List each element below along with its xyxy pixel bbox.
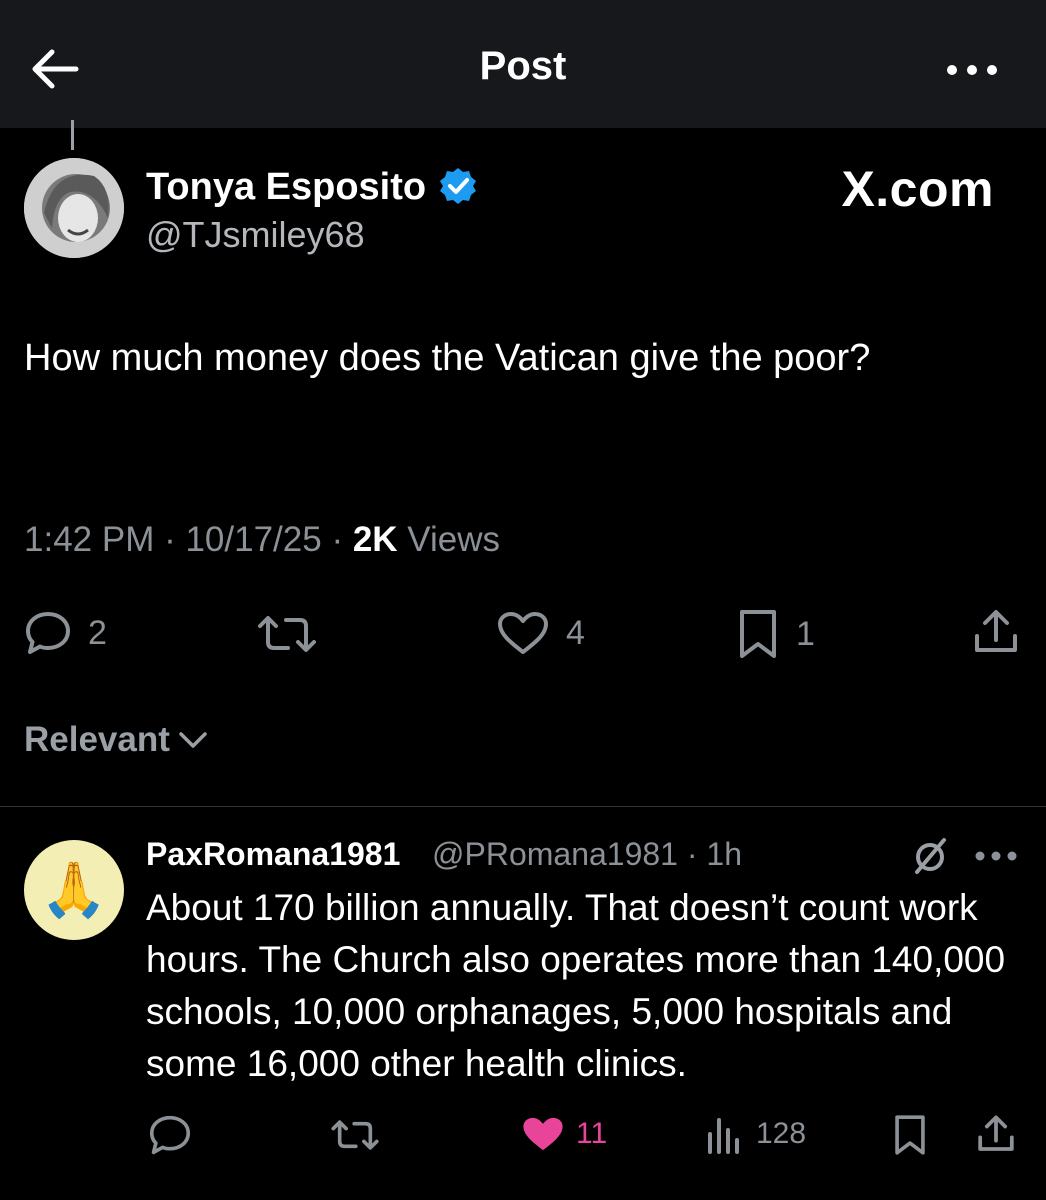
views-count[interactable]: 2K [353,520,398,559]
reply-author-handle[interactable]: @PRomana1981 · 1h [432,836,742,873]
praying-hands-avatar: 🙏 [40,858,108,921]
post-text: How much money does the Vatican give the… [24,337,871,379]
bookmark-button[interactable] [892,1114,928,1156]
separator: · [321,520,353,559]
sort-replies-dropdown[interactable]: Relevant [24,720,210,760]
reply-text: About 170 billion annually. That doesn’t… [146,887,1006,1084]
chevron-down-icon [179,732,207,748]
share-button[interactable] [976,1114,1016,1154]
bar-chart-icon [708,1118,739,1154]
top-bar: Post [0,0,1046,128]
heart-icon [498,612,548,654]
share-button[interactable] [972,608,1020,656]
like-count: 4 [566,613,585,652]
repost-icon [258,616,316,652]
repost-button[interactable] [330,1116,380,1154]
page-title: Post [479,44,567,88]
bookmark-button[interactable]: 1 [736,608,815,660]
thread-line [71,120,74,150]
reply-author-display-name[interactable]: PaxRomana1981 [146,836,400,873]
bookmark-icon [740,610,776,658]
bookmark-count: 1 [796,614,815,653]
avatar[interactable]: 🙏 [24,840,124,940]
verified-badge-icon [438,166,478,206]
repost-button[interactable] [256,612,318,656]
like-button[interactable]: 4 [496,610,585,656]
like-count: 11 [576,1117,608,1150]
reply-icon [26,612,70,654]
views-label: Views [397,520,501,559]
repost-icon [331,1120,379,1150]
reply-button[interactable]: 2 [24,610,107,656]
views-button[interactable]: 128 [706,1114,806,1154]
avatar[interactable] [24,158,124,258]
divider [0,806,1046,807]
grok-icon[interactable] [910,836,950,876]
reply-button[interactable] [148,1114,192,1156]
post-time: 1:42 PM [24,520,155,559]
more-options-icon[interactable] [944,58,1000,82]
heart-filled-icon [523,1117,563,1151]
watermark-brand: X.com [841,161,994,217]
separator: · [154,520,186,559]
sort-label: Relevant [24,720,170,759]
post-date: 10/17/25 [185,520,322,559]
share-icon [978,1115,1014,1151]
share-icon [975,610,1017,652]
post-metadata: 1:42 PM · 10/17/25 · 2K Views [24,520,500,560]
author-display-name[interactable]: Tonya Esposito [146,166,426,209]
bookmark-icon [895,1115,925,1155]
reply-icon [149,1115,191,1155]
like-button[interactable]: 11 [520,1114,607,1154]
views-count: 128 [756,1117,807,1150]
author-handle[interactable]: @TJsmiley68 [146,214,365,256]
reply-count: 2 [88,613,107,652]
more-options-icon[interactable] [974,846,1018,866]
